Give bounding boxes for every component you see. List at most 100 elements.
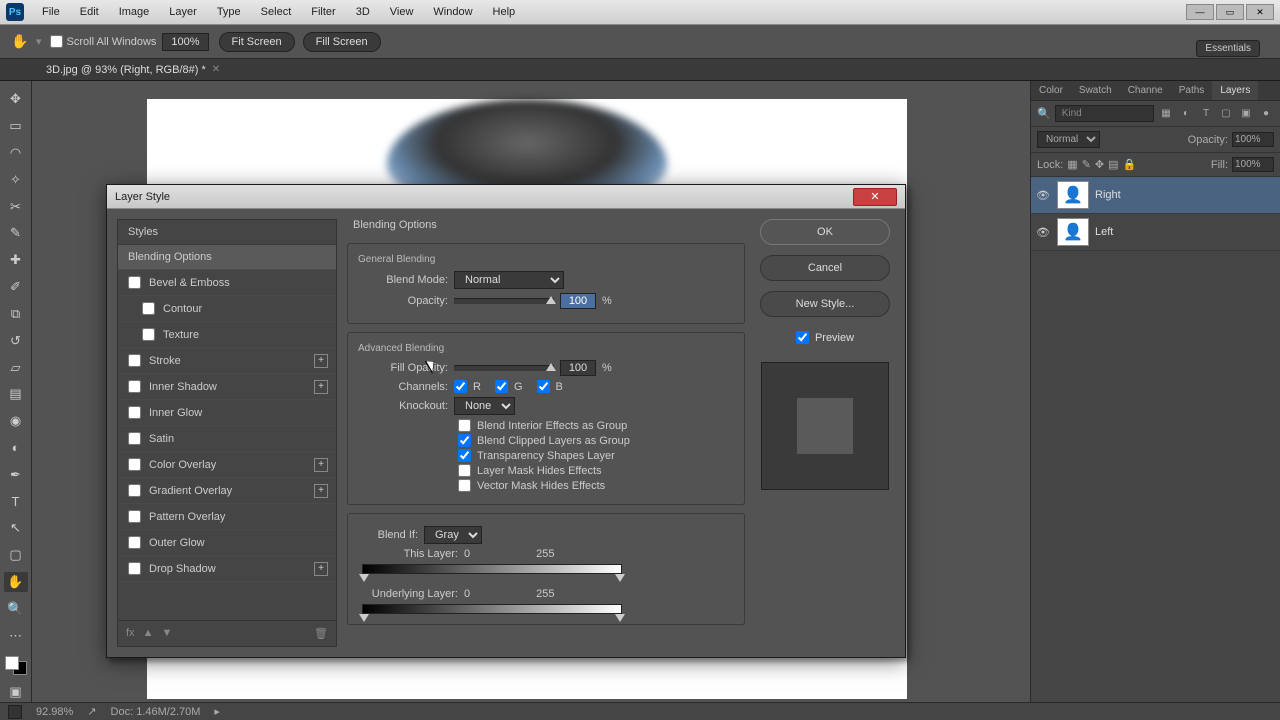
close-window-button[interactable]: ✕ [1246, 4, 1274, 20]
mini-bridge-icon[interactable] [8, 705, 22, 719]
transparency-shapes-checkbox[interactable] [458, 449, 471, 462]
this-layer-black-stop[interactable] [359, 574, 369, 582]
menu-select[interactable]: Select [251, 6, 302, 18]
trash-icon[interactable]: 🗑 [314, 627, 328, 640]
knockout-dropdown[interactable]: None [454, 397, 515, 415]
add-effect-icon[interactable]: + [314, 354, 328, 368]
effect-satin[interactable]: Satin [118, 426, 336, 452]
document-tab[interactable]: 3D.jpg @ 93% (Right, RGB/8#) * ✕ [38, 64, 228, 76]
path-select-tool-icon[interactable]: ↖ [4, 518, 28, 539]
history-brush-tool-icon[interactable]: ↺ [4, 330, 28, 351]
add-effect-icon[interactable]: + [314, 562, 328, 576]
new-style-button[interactable]: New Style... [760, 291, 890, 317]
layer-item-right[interactable]: 👁 👤 Right [1031, 177, 1280, 214]
crop-tool-icon[interactable]: ✂ [4, 196, 28, 217]
filter-smart-icon[interactable]: ▣ [1238, 106, 1254, 122]
effect-stroke[interactable]: Stroke+ [118, 348, 336, 374]
scroll-all-checkbox[interactable] [50, 35, 63, 48]
underlying-black-stop[interactable] [359, 614, 369, 622]
layer-thumbnail[interactable]: 👤 [1057, 218, 1089, 246]
lock-all-icon[interactable]: 🔒 [1123, 158, 1137, 171]
effect-bevel-emboss[interactable]: Bevel & Emboss [118, 270, 336, 296]
effect-contour[interactable]: Contour [118, 296, 336, 322]
channel-r-checkbox[interactable] [454, 380, 467, 393]
layer-thumbnail[interactable]: 👤 [1057, 181, 1089, 209]
layer-item-left[interactable]: 👁 👤 Left [1031, 214, 1280, 251]
brush-tool-icon[interactable]: ✐ [4, 277, 28, 298]
move-up-icon[interactable]: ▲ [143, 627, 154, 640]
layer-name[interactable]: Left [1095, 226, 1113, 238]
blur-tool-icon[interactable]: ◉ [4, 411, 28, 432]
blend-if-dropdown[interactable]: Gray [424, 526, 482, 544]
layer-name[interactable]: Right [1095, 189, 1121, 201]
effect-checkbox[interactable] [128, 406, 141, 419]
tab-swatches[interactable]: Swatch [1071, 81, 1120, 100]
add-effect-icon[interactable]: + [314, 458, 328, 472]
workspace-switcher[interactable]: Essentials [1196, 40, 1260, 57]
lasso-tool-icon[interactable]: ◠ [4, 143, 28, 164]
fill-opacity-slider[interactable] [454, 365, 554, 371]
edit-toolbar-icon[interactable]: ⋯ [4, 625, 28, 646]
search-icon[interactable]: 🔍 [1037, 107, 1051, 120]
effect-drop-shadow[interactable]: Drop Shadow+ [118, 556, 336, 582]
tab-color[interactable]: Color [1031, 81, 1071, 100]
shape-tool-icon[interactable]: ▢ [4, 545, 28, 566]
effect-gradient-overlay[interactable]: Gradient Overlay+ [118, 478, 336, 504]
type-tool-icon[interactable]: T [4, 491, 28, 512]
effect-checkbox[interactable] [128, 432, 141, 445]
maximize-button[interactable]: ▭ [1216, 4, 1244, 20]
dialog-titlebar[interactable]: Layer Style ✕ [107, 185, 905, 209]
dialog-close-button[interactable]: ✕ [853, 188, 897, 206]
underlying-white-stop[interactable] [615, 614, 625, 622]
add-effect-icon[interactable]: + [314, 380, 328, 394]
visibility-icon[interactable]: 👁 [1035, 224, 1051, 240]
effect-blending-options[interactable]: Blending Options [118, 245, 336, 270]
filter-type-icon[interactable]: T [1198, 106, 1214, 122]
fg-color-swatch[interactable] [5, 656, 19, 670]
filter-kind-dropdown[interactable]: Kind [1055, 105, 1154, 122]
menu-image[interactable]: Image [109, 6, 160, 18]
color-swatch[interactable] [5, 656, 27, 675]
fx-icon[interactable]: fx [126, 627, 135, 640]
channel-b-checkbox[interactable] [537, 380, 550, 393]
underlying-gradient[interactable] [362, 604, 622, 614]
styles-header[interactable]: Styles [118, 220, 336, 245]
effect-inner-glow[interactable]: Inner Glow [118, 400, 336, 426]
cancel-button[interactable]: Cancel [760, 255, 890, 281]
menu-filter[interactable]: Filter [301, 6, 345, 18]
menu-layer[interactable]: Layer [159, 6, 207, 18]
lock-artboard-icon[interactable]: ▤ [1108, 158, 1118, 171]
status-zoom[interactable]: 92.98% [36, 706, 73, 718]
vector-mask-hides-checkbox[interactable] [458, 479, 471, 492]
effect-checkbox[interactable] [142, 328, 155, 341]
zoom-input[interactable]: 100% [162, 33, 208, 51]
status-flyout-icon[interactable]: ▸ [214, 705, 220, 718]
effect-outer-glow[interactable]: Outer Glow [118, 530, 336, 556]
lock-image-icon[interactable]: ✎ [1082, 158, 1091, 171]
blend-interior-checkbox[interactable] [458, 419, 471, 432]
move-tool-icon[interactable]: ✥ [4, 89, 28, 110]
effect-checkbox[interactable] [142, 302, 155, 315]
filter-shape-icon[interactable]: ▢ [1218, 106, 1234, 122]
tab-channels[interactable]: Channe [1120, 81, 1171, 100]
marquee-tool-icon[interactable]: ▭ [4, 116, 28, 137]
channel-g-checkbox[interactable] [495, 380, 508, 393]
menu-help[interactable]: Help [483, 6, 526, 18]
hand-tool-icon[interactable]: ✋ [4, 572, 28, 593]
tab-paths[interactable]: Paths [1171, 81, 1213, 100]
add-effect-icon[interactable]: + [314, 484, 328, 498]
fit-screen-button[interactable]: Fit Screen [219, 32, 295, 52]
menu-edit[interactable]: Edit [70, 6, 109, 18]
fill-opacity-input[interactable]: 100 [560, 360, 596, 376]
lock-transparency-icon[interactable]: ▦ [1067, 158, 1077, 171]
tab-layers[interactable]: Layers [1212, 81, 1258, 100]
minimize-button[interactable]: — [1186, 4, 1214, 20]
effect-texture[interactable]: Texture [118, 322, 336, 348]
effect-checkbox[interactable] [128, 510, 141, 523]
healing-tool-icon[interactable]: ✚ [4, 250, 28, 271]
menu-type[interactable]: Type [207, 6, 251, 18]
effect-checkbox[interactable] [128, 380, 141, 393]
ok-button[interactable]: OK [760, 219, 890, 245]
menu-window[interactable]: Window [423, 6, 482, 18]
effect-checkbox[interactable] [128, 562, 141, 575]
